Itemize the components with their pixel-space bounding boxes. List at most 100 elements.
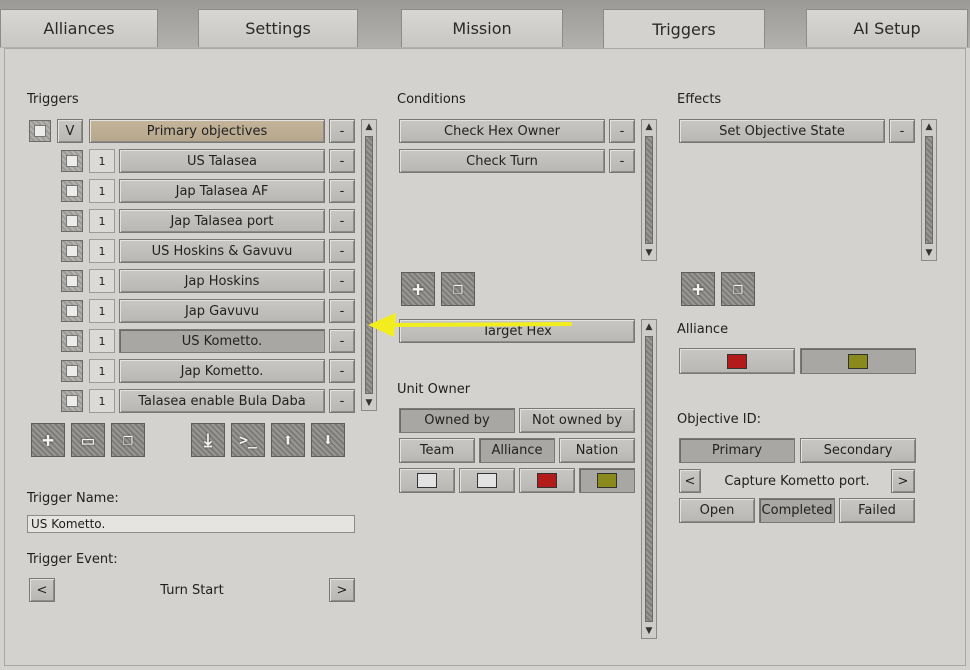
trigger-checkbox[interactable] — [61, 360, 83, 382]
group-checkbox[interactable] — [29, 120, 51, 142]
owner-color-option[interactable] — [519, 468, 575, 493]
tab-mission[interactable]: Mission — [401, 9, 563, 47]
alliance-option[interactable] — [800, 348, 916, 374]
trigger-item[interactable]: Jap Gavuvu — [119, 299, 325, 323]
event-next-button[interactable]: > — [329, 578, 355, 602]
copy-trigger-icon[interactable]: ❐ — [111, 423, 145, 457]
trigger-remove-button[interactable]: - — [329, 359, 355, 383]
condition-remove-button[interactable]: - — [609, 119, 635, 143]
scope-option[interactable]: Alliance — [479, 438, 555, 463]
condition-remove-button[interactable]: - — [609, 149, 635, 173]
owner-color-option[interactable] — [579, 468, 635, 493]
scroll-track[interactable] — [645, 136, 653, 244]
objective-value: Capture Kometto port. — [724, 473, 870, 489]
trigger-checkbox[interactable] — [61, 270, 83, 292]
trigger-remove-button[interactable]: - — [329, 329, 355, 353]
trigger-count: 1 — [89, 149, 115, 173]
scroll-down-icon[interactable]: ▼ — [362, 396, 376, 410]
trigger-item[interactable]: Jap Kometto. — [119, 359, 325, 383]
console-icon[interactable]: >_ — [231, 423, 265, 457]
scroll-down-icon[interactable]: ▼ — [922, 246, 936, 260]
trigger-item[interactable]: US Kometto. — [119, 329, 325, 353]
condition-params-scrollbar[interactable]: ▲ ▼ — [641, 319, 657, 639]
scroll-track[interactable] — [365, 136, 373, 394]
objective-type-option[interactable]: Primary — [679, 438, 795, 463]
group-expand-button[interactable]: V — [57, 119, 83, 143]
trigger-item[interactable]: Jap Talasea AF — [119, 179, 325, 203]
color-swatch — [477, 473, 497, 488]
group-label[interactable]: Primary objectives — [89, 119, 325, 143]
trigger-item[interactable]: US Talasea — [119, 149, 325, 173]
group-remove-button[interactable]: - — [329, 119, 355, 143]
objective-type-option[interactable]: Secondary — [800, 438, 916, 463]
import-icon[interactable]: ⤓ — [191, 423, 225, 457]
copy-effect-icon[interactable]: ❐ — [721, 272, 755, 306]
trigger-checkbox[interactable] — [61, 300, 83, 322]
tab-triggers[interactable]: Triggers — [603, 9, 765, 49]
trigger-item[interactable]: Jap Hoskins — [119, 269, 325, 293]
trigger-name-input[interactable]: US Kometto. — [27, 515, 355, 533]
tab-alliances[interactable]: Alliances — [0, 9, 158, 47]
add-trigger-icon[interactable]: + — [31, 423, 65, 457]
trigger-item[interactable]: Jap Talasea port — [119, 209, 325, 233]
scroll-down-icon[interactable]: ▼ — [642, 624, 656, 638]
effect-remove-button[interactable]: - — [889, 119, 915, 143]
scroll-up-icon[interactable]: ▲ — [362, 120, 376, 134]
trigger-remove-button[interactable]: - — [329, 209, 355, 233]
scroll-track[interactable] — [925, 136, 933, 244]
event-prev-button[interactable]: < — [29, 578, 55, 602]
alliance-heading: Alliance — [677, 322, 729, 337]
trigger-remove-button[interactable]: - — [329, 149, 355, 173]
trigger-count: 1 — [89, 209, 115, 233]
scroll-up-icon[interactable]: ▲ — [642, 320, 656, 334]
ownership-option[interactable]: Not owned by — [519, 408, 635, 433]
condition-item[interactable]: Check Turn — [399, 149, 605, 173]
scroll-track[interactable] — [645, 336, 653, 622]
scroll-up-icon[interactable]: ▲ — [642, 120, 656, 134]
move-down-icon[interactable]: ⬇ — [311, 423, 345, 457]
add-condition-icon[interactable]: + — [401, 272, 435, 306]
trigger-count: 1 — [89, 329, 115, 353]
triggers-heading: Triggers — [27, 92, 79, 107]
objective-state-option[interactable]: Open — [679, 498, 755, 523]
objective-next-button[interactable]: > — [891, 469, 915, 493]
trigger-remove-button[interactable]: - — [329, 239, 355, 263]
move-up-icon[interactable]: ⬆ — [271, 423, 305, 457]
trigger-checkbox[interactable] — [61, 180, 83, 202]
trigger-list-scrollbar[interactable]: ▲ ▼ — [361, 119, 377, 411]
trigger-checkbox[interactable] — [61, 330, 83, 352]
trigger-remove-button[interactable]: - — [329, 269, 355, 293]
color-swatch — [597, 473, 617, 488]
trigger-item[interactable]: US Hoskins & Gavuvu — [119, 239, 325, 263]
ownership-option[interactable]: Owned by — [399, 408, 515, 433]
scroll-up-icon[interactable]: ▲ — [922, 120, 936, 134]
scope-option[interactable]: Nation — [559, 438, 635, 463]
trigger-checkbox[interactable] — [61, 390, 83, 412]
owner-color-option[interactable] — [399, 468, 455, 493]
condition-item[interactable]: Check Hex Owner — [399, 119, 605, 143]
trigger-remove-button[interactable]: - — [329, 389, 355, 413]
trigger-count: 1 — [89, 299, 115, 323]
alliance-option[interactable] — [679, 348, 795, 374]
trigger-remove-button[interactable]: - — [329, 179, 355, 203]
trigger-checkbox[interactable] — [61, 150, 83, 172]
scope-option[interactable]: Team — [399, 438, 475, 463]
trigger-checkbox[interactable] — [61, 240, 83, 262]
trigger-remove-button[interactable]: - — [329, 299, 355, 323]
objective-state-option[interactable]: Failed — [839, 498, 915, 523]
scroll-down-icon[interactable]: ▼ — [642, 246, 656, 260]
copy-condition-icon[interactable]: ❐ — [441, 272, 475, 306]
owner-color-option[interactable] — [459, 468, 515, 493]
folder-icon[interactable]: ▭ — [71, 423, 105, 457]
effect-item[interactable]: Set Objective State — [679, 119, 885, 143]
trigger-checkbox[interactable] — [61, 210, 83, 232]
objective-prev-button[interactable]: < — [679, 469, 701, 493]
effects-scrollbar[interactable]: ▲ ▼ — [921, 119, 937, 261]
objective-state-option[interactable]: Completed — [759, 498, 835, 523]
trigger-item[interactable]: Talasea enable Bula Daba — [119, 389, 325, 413]
trigger-count: 1 — [89, 389, 115, 413]
add-effect-icon[interactable]: + — [681, 272, 715, 306]
tab-settings[interactable]: Settings — [198, 9, 358, 47]
conditions-scrollbar[interactable]: ▲ ▼ — [641, 119, 657, 261]
tab-ai-setup[interactable]: AI Setup — [806, 9, 968, 47]
